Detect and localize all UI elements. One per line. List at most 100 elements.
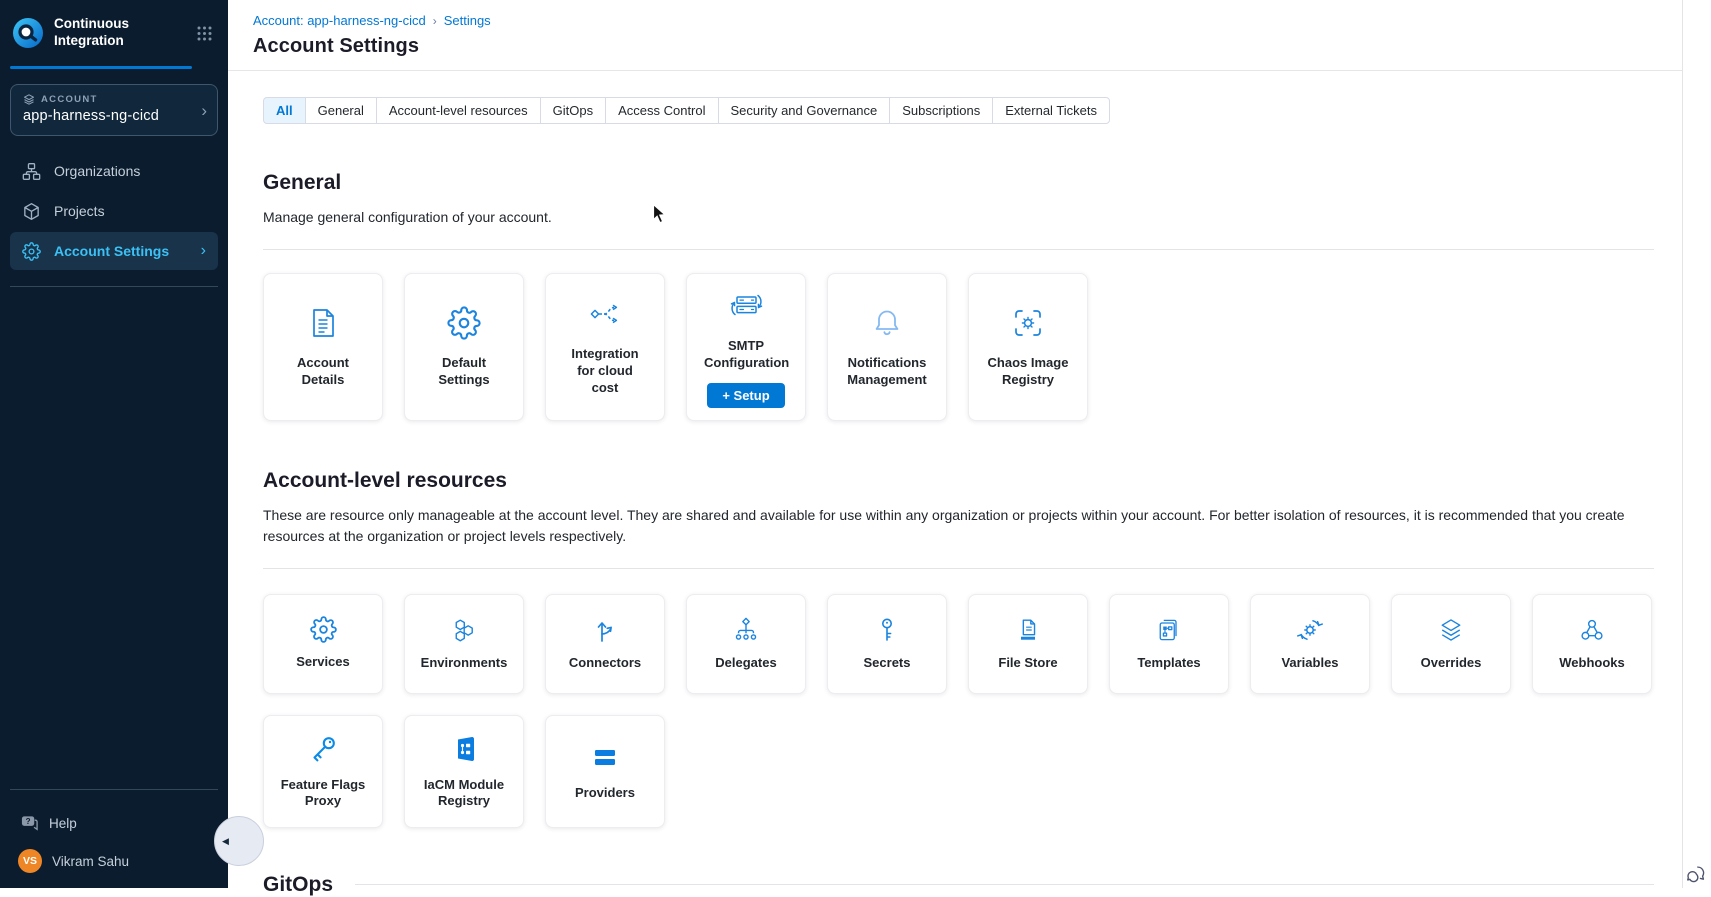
module-grid-icon[interactable] bbox=[197, 26, 212, 41]
card-label: File Store bbox=[998, 655, 1057, 672]
user-profile[interactable]: VS Vikram Sahu bbox=[18, 849, 228, 873]
tab-security-and-governance[interactable]: Security and Governance bbox=[718, 97, 891, 124]
layers-icon bbox=[1437, 616, 1465, 644]
page-header: Account: app-harness-ng-cicd › Settings … bbox=[228, 0, 1682, 71]
org-chart-icon bbox=[22, 162, 41, 181]
bell-icon bbox=[870, 306, 904, 340]
card-delegates[interactable]: Delegates bbox=[686, 594, 806, 694]
tab-external-tickets[interactable]: External Tickets bbox=[992, 97, 1110, 124]
card-label: Notifications Management bbox=[845, 355, 929, 389]
card-environments[interactable]: Environments bbox=[404, 594, 524, 694]
tab-account-level-resources[interactable]: Account-level resources bbox=[376, 97, 541, 124]
section-description-resources: These are resource only manageable at th… bbox=[263, 505, 1654, 546]
sidebar-item-organizations[interactable]: Organizations bbox=[10, 152, 218, 190]
card-label: SMTP Configuration bbox=[704, 338, 788, 372]
gear-icon bbox=[447, 306, 481, 340]
sidebar-collapse-handle[interactable]: ◀ bbox=[214, 816, 264, 866]
card-providers[interactable]: Providers bbox=[545, 715, 665, 828]
svg-text:?: ? bbox=[26, 817, 31, 826]
card-label: Chaos Image Registry bbox=[986, 355, 1070, 389]
right-rail bbox=[1682, 0, 1711, 888]
file-pedestal-icon bbox=[1014, 616, 1042, 644]
sidebar-nav: Organizations Projects Account Settings … bbox=[0, 152, 228, 270]
breadcrumb: Account: app-harness-ng-cicd › Settings bbox=[253, 13, 1682, 28]
gear-sync-icon bbox=[1296, 616, 1324, 644]
sidebar-item-projects[interactable]: Projects bbox=[10, 192, 218, 230]
breadcrumb-account-link[interactable]: Account: app-harness-ng-cicd bbox=[253, 13, 426, 28]
account-selector-label: ACCOUNT bbox=[41, 94, 98, 105]
user-name: Vikram Sahu bbox=[52, 854, 129, 869]
card-file-store[interactable]: File Store bbox=[968, 594, 1088, 694]
card-label: Templates bbox=[1137, 655, 1200, 672]
card-connectors[interactable]: Connectors bbox=[545, 594, 665, 694]
webhook-icon bbox=[1578, 616, 1606, 644]
smtp-setup-button[interactable]: + Setup bbox=[707, 383, 784, 408]
sidebar-divider bbox=[10, 789, 218, 790]
page-title: Account Settings bbox=[253, 35, 1682, 58]
card-account-details[interactable]: Account Details bbox=[263, 273, 383, 421]
sidebar-divider bbox=[10, 286, 218, 287]
resources-card-row-2: Feature Flags Proxy IaCM Module Registry bbox=[263, 715, 1654, 828]
card-secrets[interactable]: Secrets bbox=[827, 594, 947, 694]
product-name: Continuous Integration bbox=[54, 16, 189, 50]
sidebar-item-account-settings[interactable]: Account Settings › bbox=[10, 232, 218, 270]
card-label: Overrides bbox=[1421, 655, 1482, 672]
sidebar-header: Continuous Integration bbox=[0, 0, 228, 66]
card-variables[interactable]: Variables bbox=[1250, 594, 1370, 694]
card-integration-cloud-cost[interactable]: Integration for cloud cost bbox=[545, 273, 665, 421]
tab-access-control[interactable]: Access Control bbox=[605, 97, 718, 124]
section-divider bbox=[355, 884, 1654, 885]
settings-content: All General Account-level resources GitO… bbox=[228, 97, 1682, 897]
card-default-settings[interactable]: Default Settings bbox=[404, 273, 524, 421]
tab-general[interactable]: General bbox=[305, 97, 377, 124]
sidebar-footer: ? Help VS Vikram Sahu bbox=[0, 789, 228, 873]
card-label: IaCM Module Registry bbox=[414, 777, 514, 811]
account-selector[interactable]: ACCOUNT app-harness-ng-cicd › bbox=[10, 84, 218, 136]
smtp-server-icon bbox=[728, 287, 764, 323]
module-registry-icon bbox=[448, 733, 480, 765]
card-templates[interactable]: Templates bbox=[1109, 594, 1229, 694]
card-smtp-configuration[interactable]: SMTP Configuration + Setup bbox=[686, 273, 806, 421]
hexagons-icon bbox=[450, 616, 478, 644]
sidebar-item-label: Organizations bbox=[54, 163, 140, 179]
chat-support-icon[interactable] bbox=[1685, 863, 1707, 885]
account-stack-icon bbox=[23, 93, 35, 105]
chaos-registry-icon bbox=[1011, 306, 1045, 340]
gear-icon bbox=[310, 616, 337, 643]
gitops-section-header: GitOps bbox=[263, 873, 1654, 897]
card-overrides[interactable]: Overrides bbox=[1391, 594, 1511, 694]
card-services[interactable]: Services bbox=[263, 594, 383, 694]
cube-icon bbox=[22, 202, 41, 221]
account-selector-value: app-harness-ng-cicd bbox=[23, 108, 207, 124]
card-label: Variables bbox=[1281, 655, 1338, 672]
tab-subscriptions[interactable]: Subscriptions bbox=[889, 97, 993, 124]
card-chaos-image-registry[interactable]: Chaos Image Registry bbox=[968, 273, 1088, 421]
card-feature-flags-proxy[interactable]: Feature Flags Proxy bbox=[263, 715, 383, 828]
header-accent-rule bbox=[10, 66, 192, 69]
sidebar: Continuous Integration ACCOUNT app-harne… bbox=[0, 0, 228, 888]
template-doc-icon bbox=[1155, 616, 1183, 644]
resources-card-row-1: Services Environments Connectors bbox=[263, 594, 1654, 694]
section-title-gitops: GitOps bbox=[263, 873, 333, 897]
main-content: Account: app-harness-ng-cicd › Settings … bbox=[228, 0, 1682, 888]
card-webhooks[interactable]: Webhooks bbox=[1532, 594, 1652, 694]
gear-icon bbox=[22, 242, 41, 261]
collapse-left-icon: ◀ bbox=[222, 836, 229, 847]
card-notifications-management[interactable]: Notifications Management bbox=[827, 273, 947, 421]
card-label: Account Details bbox=[281, 355, 365, 389]
breadcrumb-settings-link[interactable]: Settings bbox=[444, 13, 491, 28]
breadcrumb-separator: › bbox=[433, 14, 437, 28]
card-label: Default Settings bbox=[422, 355, 506, 389]
section-divider bbox=[263, 568, 1654, 569]
card-label: Environments bbox=[421, 655, 508, 672]
tab-gitops[interactable]: GitOps bbox=[540, 97, 606, 124]
help-label: Help bbox=[49, 816, 77, 831]
section-divider bbox=[263, 249, 1654, 250]
card-iacm-module-registry[interactable]: IaCM Module Registry bbox=[404, 715, 524, 828]
tab-all[interactable]: All bbox=[263, 97, 306, 124]
fork-arrows-icon bbox=[591, 616, 619, 644]
document-icon bbox=[306, 306, 340, 340]
help-button[interactable]: ? Help bbox=[20, 814, 228, 832]
card-label: Providers bbox=[575, 785, 635, 802]
card-label: Delegates bbox=[715, 655, 776, 672]
